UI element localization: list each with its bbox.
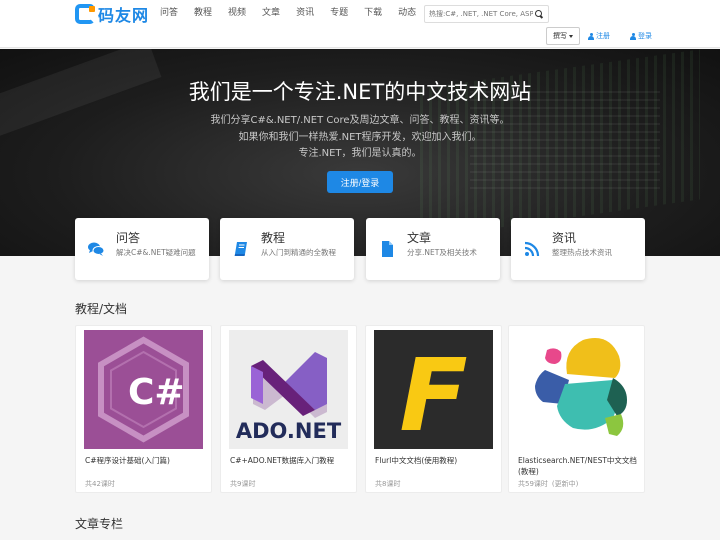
hero-line-3: 专注.NET，我们是认真的。 — [298, 148, 422, 159]
adonet-logo-text: ADO.NET — [236, 419, 342, 443]
feature-card-tutorials[interactable]: 教程 从入门到精通的全教程 — [220, 218, 354, 280]
feature-title: 问答 — [116, 231, 141, 245]
course-name[interactable]: Flurl中文文档(使用教程) — [375, 455, 495, 466]
book-icon — [234, 242, 247, 256]
user-icon — [588, 32, 594, 40]
course-card[interactable]: C# C#程序设计基础(入门篇) 共42课时 — [75, 325, 212, 493]
feature-card-news[interactable]: 资讯 整理热点技术资讯 — [511, 218, 645, 280]
adonet-logo-image: ADO.NET — [229, 330, 348, 449]
feature-title: 教程 — [261, 231, 286, 245]
course-card[interactable]: ADO.NET C#+ADO.NET数据库入门教程 共9课时 — [220, 325, 357, 493]
course-name[interactable]: C#+ADO.NET数据库入门教程 — [230, 455, 350, 466]
section-title-articles: 文章专栏 — [75, 517, 124, 531]
user-area: 撰写 注册 登录 — [546, 27, 672, 45]
logo-icon — [75, 4, 95, 24]
nav-item-downloads[interactable]: 下载 — [364, 6, 382, 20]
nav-item-qa[interactable]: 问答 — [160, 6, 178, 20]
course-meta: 共8课时 — [375, 479, 400, 489]
feature-card-articles[interactable]: 文章 分享.NET及相关技术 — [366, 218, 500, 280]
document-icon — [382, 241, 393, 257]
login-link[interactable]: 登录 — [630, 31, 652, 41]
flurl-logo-text: F — [399, 337, 467, 449]
search-box — [424, 5, 549, 23]
main-nav: 问答 教程 视频 文章 资讯 专题 下载 动态 — [160, 6, 432, 20]
feature-title: 资讯 — [552, 231, 577, 245]
feature-title: 文章 — [407, 231, 432, 245]
flurl-logo-image: F — [374, 330, 493, 449]
register-label: 注册 — [596, 32, 610, 40]
feature-desc: 解决C#&.NET疑难问题 — [116, 248, 196, 257]
nav-item-topics[interactable]: 专题 — [330, 6, 348, 20]
csharp-logo-image: C# — [84, 330, 203, 449]
course-update-status: (更新中) — [551, 480, 579, 488]
feature-desc: 从入门到精通的全教程 — [261, 248, 336, 257]
hero-line-2: 如果你和我们一样热爱.NET程序开发，欢迎加入我们。 — [238, 132, 482, 143]
chat-icon — [88, 242, 105, 256]
elasticsearch-logo-image — [517, 330, 636, 449]
course-name[interactable]: Elasticsearch.NET/NEST中文文档(教程) — [518, 455, 638, 477]
logo-text: 码友网 — [98, 6, 150, 25]
feature-desc: 分享.NET及相关技术 — [407, 248, 477, 257]
feature-card-qa[interactable]: 问答 解决C#&.NET疑难问题 — [75, 218, 209, 280]
hero-line-1: 我们分享C#&.NET/.NET Core及周边文章、问答、教程、资讯等。 — [210, 115, 510, 126]
section-title-tutorials: 教程/文档 — [75, 302, 128, 316]
course-lessons: 共9课时 — [230, 480, 256, 488]
course-meta: 共9课时 — [230, 479, 255, 489]
course-lessons: 共42课时 — [85, 480, 115, 488]
site-logo[interactable]: 码友网 — [75, 2, 149, 26]
rss-icon — [524, 241, 540, 257]
write-label: 撰写 — [553, 32, 567, 40]
register-login-button[interactable]: 注册/登录 — [327, 171, 393, 193]
course-card[interactable]: Elasticsearch.NET/NEST中文文档(教程) 共59课时 (更新中… — [508, 325, 645, 493]
elasticsearch-logo-icon — [535, 338, 627, 436]
csharp-logo-icon: C# — [98, 336, 189, 443]
search-input[interactable] — [425, 10, 533, 18]
course-card[interactable]: F Flurl中文文档(使用教程) 共8课时 — [365, 325, 502, 493]
user-icon — [630, 32, 636, 40]
course-name[interactable]: C#程序设计基础(入门篇) — [85, 455, 205, 466]
login-label: 登录 — [638, 32, 652, 40]
course-meta: 共59课时 (更新中) — [518, 479, 578, 489]
flurl-logo-icon: F — [399, 337, 467, 449]
site-header: 码友网 问答 教程 视频 文章 资讯 专题 下载 动态 撰写 注册 登录 — [0, 0, 720, 48]
course-lessons: 共8课时 — [375, 480, 401, 488]
caret-down-icon — [569, 34, 573, 38]
visual-studio-logo-icon: ADO.NET — [236, 352, 342, 443]
nav-item-activity[interactable]: 动态 — [398, 6, 416, 20]
search-icon[interactable] — [533, 8, 545, 20]
nav-item-tutorials[interactable]: 教程 — [194, 6, 212, 20]
hero-title: 我们是一个专注.NET的中文技术网站 — [188, 80, 532, 104]
register-link[interactable]: 注册 — [588, 31, 610, 41]
nav-item-articles[interactable]: 文章 — [262, 6, 280, 20]
csharp-logo-text: C# — [128, 372, 185, 413]
nav-item-news[interactable]: 资讯 — [296, 6, 314, 20]
course-meta: 共42课时 — [85, 479, 115, 489]
nav-item-videos[interactable]: 视频 — [228, 6, 246, 20]
write-dropdown-button[interactable]: 撰写 — [546, 27, 580, 45]
course-lessons: 共59课时 — [518, 480, 548, 488]
feature-desc: 整理热点技术资讯 — [552, 248, 612, 257]
